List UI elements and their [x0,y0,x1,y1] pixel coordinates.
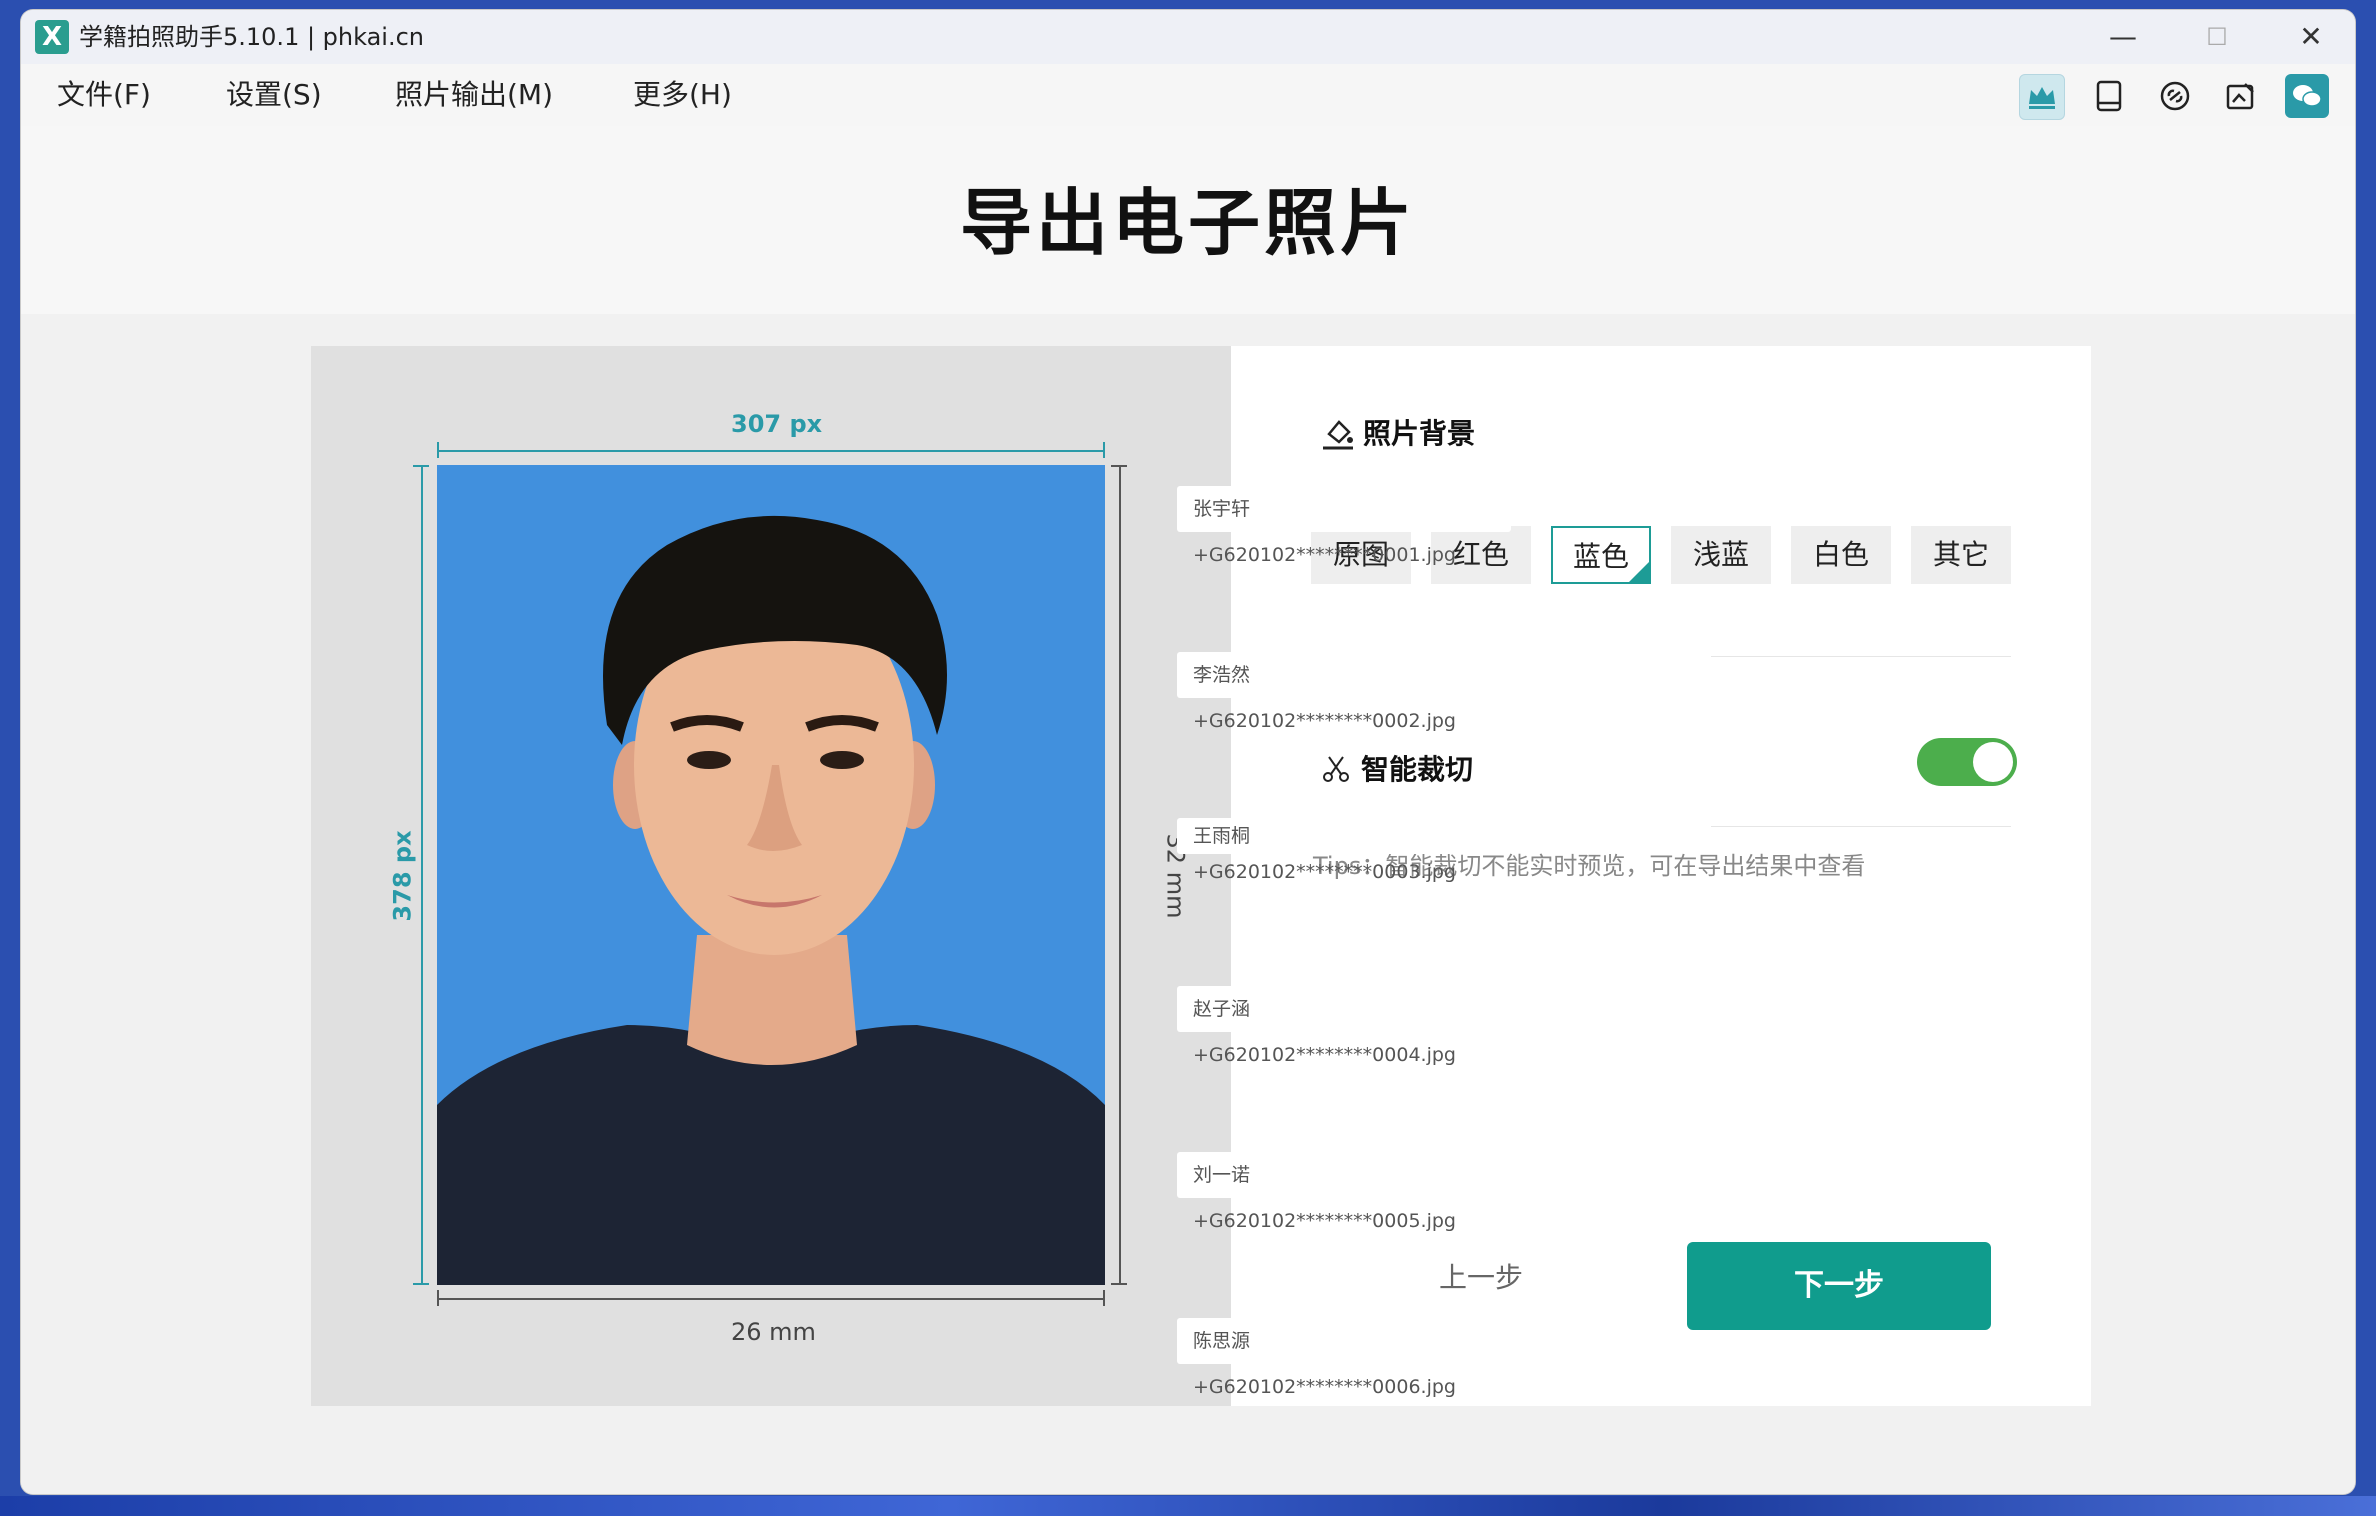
height-mm-tick-top [1111,465,1127,467]
window-title: 学籍拍照助手5.10.1 | phkai.cn [79,23,425,51]
page-header: 导出电子照片 [21,126,2355,314]
bg-option-blue[interactable]: 蓝色 [1551,526,1651,584]
smart-crop-toggle[interactable] [1917,738,2017,786]
width-mm-tick-left [437,1290,439,1306]
crop-section-title: 智能裁切 [1361,753,1474,786]
file-tag-3: 王雨桐+G620102********0003.jpg [1177,818,1511,883]
page-title: 导出电子照片 [959,181,1416,265]
scissors-icon [1321,754,1351,788]
width-dimension-tick-right [1103,442,1105,458]
title-bar: X 学籍拍照助手5.10.1 | phkai.cn — ☐ ✕ [21,10,2355,64]
height-dimension-tick-top [413,465,429,467]
bg-option-other[interactable]: 其它 [1911,526,2011,584]
width-mm-label: 26 mm [731,1318,816,1346]
desktop-wallpaper-strip [0,1496,2376,1516]
menu-settings[interactable]: 设置(S) [226,76,322,114]
image-edit-icon[interactable] [2219,74,2263,118]
file-tag-4: 赵子涵+G620102********0004.jpg [1177,986,1511,1066]
minimize-button[interactable]: — [2093,14,2153,60]
bg-option-light-blue[interactable]: 浅蓝 [1671,526,1771,584]
height-mm-tick-bottom [1111,1283,1127,1285]
height-dimension-line [421,465,423,1285]
width-mm-dimension-line [437,1298,1105,1300]
height-dimension-tick-bottom [413,1283,429,1285]
person-portrait [437,515,1105,1285]
file-tag-1: 张宇轩+G620102********0001.jpg [1177,486,1511,566]
app-logo: X [35,20,69,54]
background-section-title: 照片背景 [1363,417,1476,450]
menu-bar: 文件(F) 设置(S) 照片输出(M) 更多(H) [21,64,2355,126]
width-dimension-tick-left [437,442,439,458]
toggle-knob [1973,742,2013,782]
menu-photo-output[interactable]: 照片输出(M) [395,76,553,114]
tablet-icon[interactable] [2087,74,2131,118]
file-tag-2: 李浩然+G620102********0002.jpg [1177,652,1511,732]
wechat-icon[interactable] [2285,74,2329,118]
bg-option-blue-label: 蓝色 [1572,540,1629,573]
section-divider [1711,656,2011,657]
prev-step-button[interactable]: 上一步 [1401,1250,1561,1306]
file-tag-5: 刘一诺+G620102********0005.jpg [1177,1152,1511,1232]
section-divider-2 [1711,826,2011,827]
selected-corner-icon [1629,562,1649,582]
close-button[interactable]: ✕ [2281,14,2341,60]
height-mm-dimension-line [1119,465,1121,1285]
menu-file[interactable]: 文件(F) [57,76,151,114]
width-dimension-line [437,450,1105,452]
paint-bucket-icon [1321,416,1355,454]
height-px-label: 378 px [388,830,417,922]
menu-more[interactable]: 更多(H) [633,76,732,114]
link-icon[interactable] [2153,74,2197,118]
width-px-label: 307 px [731,410,823,438]
bg-option-white[interactable]: 白色 [1791,526,1891,584]
app-window: X 学籍拍照助手5.10.1 | phkai.cn — ☐ ✕ 文件(F) 设置… [21,10,2355,1494]
next-step-button[interactable]: 下一步 [1687,1242,1991,1330]
id-photo [437,465,1105,1285]
maximize-button[interactable]: ☐ [2187,14,2247,60]
file-tag-6: 陈思源+G620102********0006.jpg [1177,1318,1511,1398]
crown-icon[interactable] [2019,74,2065,120]
width-mm-tick-right [1103,1290,1105,1306]
